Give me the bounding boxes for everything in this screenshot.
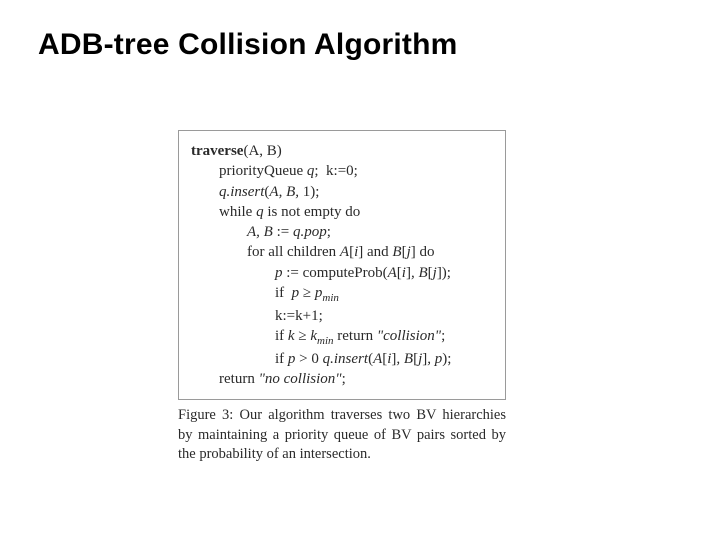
algo-line-8: k:=k+1; — [191, 306, 493, 326]
algo-line-2: q.insert(A, B, 1); — [191, 182, 493, 202]
figure-caption: Figure 3: Our algorithm traverses two BV… — [178, 406, 506, 465]
figure: traverse(A, B) priorityQueue q; k:=0; q.… — [178, 130, 506, 465]
algo-line-4: A, B := q.pop; — [191, 222, 493, 242]
page-title: ADB-tree Collision Algorithm — [38, 28, 458, 62]
algo-line-1: priorityQueue q; k:=0; — [191, 161, 493, 181]
algo-line-3: while q is not empty do — [191, 202, 493, 222]
algo-line-9: if k ≥ kmin return "collision"; — [191, 326, 493, 349]
fn-name: traverse — [191, 143, 243, 159]
slide: ADB-tree Collision Algorithm traverse(A,… — [0, 0, 720, 540]
algo-line-10: if p > 0 q.insert(A[i], B[j], p); — [191, 349, 493, 369]
algo-line-6: p := computeProb(A[i], B[j]); — [191, 263, 493, 283]
algorithm-box: traverse(A, B) priorityQueue q; k:=0; q.… — [178, 130, 506, 400]
algo-line-5: for all children A[i] and B[j] do — [191, 242, 493, 262]
fn-args: (A, B) — [243, 143, 281, 159]
algo-fn-header: traverse(A, B) — [191, 141, 493, 161]
algo-line-11: return "no collision"; — [191, 369, 493, 389]
algo-line-7: if p ≥ pmin — [191, 283, 493, 306]
